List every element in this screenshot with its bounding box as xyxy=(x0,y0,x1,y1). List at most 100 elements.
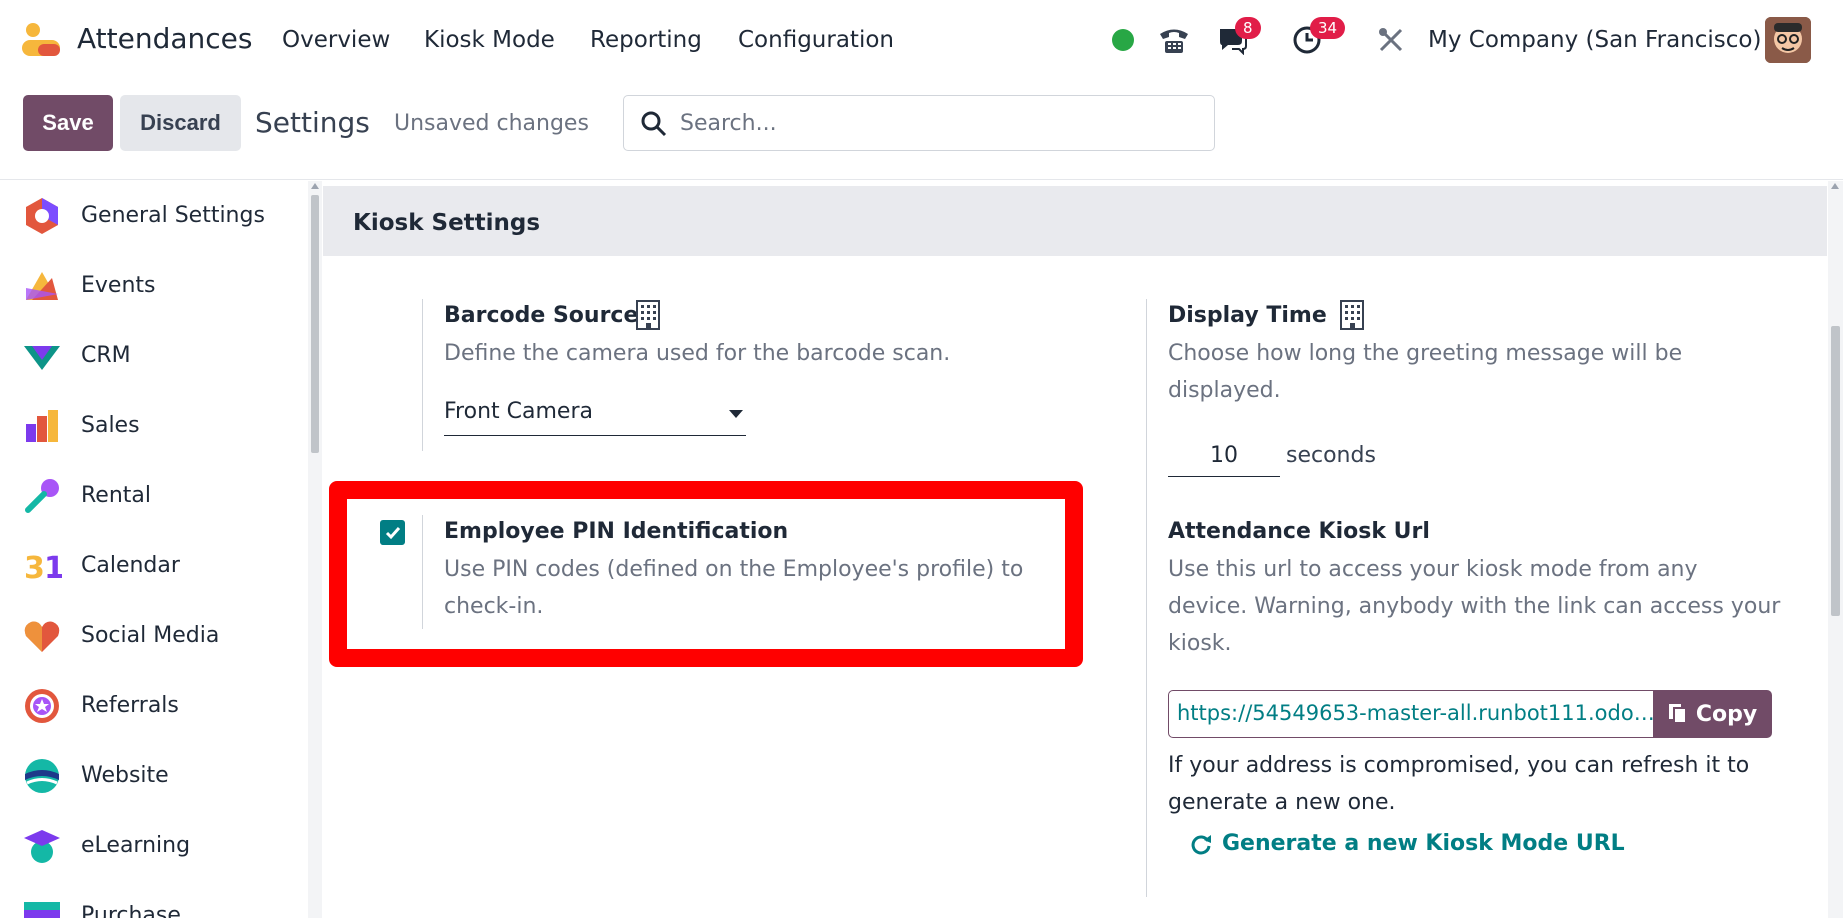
chevron-down-icon xyxy=(729,410,743,418)
menu-overview[interactable]: Overview xyxy=(282,27,390,53)
display-time-unit: seconds xyxy=(1286,443,1376,468)
refresh-icon xyxy=(1191,834,1211,854)
display-time-input[interactable]: 10 xyxy=(1168,437,1280,477)
main-scrollbar[interactable] xyxy=(1828,181,1843,918)
rental-icon xyxy=(25,479,59,513)
chat-icon[interactable]: 8 xyxy=(1215,17,1261,58)
scrollbar-thumb[interactable] xyxy=(1831,326,1840,616)
sidebar-item-label: Referrals xyxy=(81,693,179,718)
search-icon xyxy=(641,111,667,137)
sidebar-scrollbar[interactable] xyxy=(308,181,322,918)
menu-reporting[interactable]: Reporting xyxy=(590,27,702,53)
sidebar-item-crm[interactable]: CRM xyxy=(0,324,300,384)
kiosk-url-description-line1: Use this url to access your kiosk mode f… xyxy=(1168,557,1698,582)
display-time-description-line1: Choose how long the greeting message wil… xyxy=(1168,341,1683,366)
svg-text:3: 3 xyxy=(24,551,45,586)
user-avatar[interactable] xyxy=(1765,17,1811,63)
sidebar-item-general-settings[interactable]: General Settings xyxy=(0,184,300,244)
sidebar-item-website[interactable]: Website xyxy=(0,744,300,804)
kiosk-settings-header: Kiosk Settings xyxy=(323,186,1827,256)
setting-divider xyxy=(1146,515,1147,897)
sidebar-item-elearning[interactable]: eLearning xyxy=(0,814,300,874)
chat-badge: 8 xyxy=(1235,17,1261,39)
display-time-description-line2: displayed. xyxy=(1168,378,1281,403)
events-icon xyxy=(26,272,58,300)
sidebar-item-referrals[interactable]: Referrals xyxy=(0,674,300,734)
copy-button-label: Copy xyxy=(1695,701,1758,727)
phone-icon[interactable] xyxy=(1157,22,1191,58)
employee-pin-description-line2: check-in. xyxy=(444,594,544,619)
employee-pin-title: Employee PIN Identification xyxy=(444,519,789,544)
kiosk-url-description-line2: device. Warning, anybody with the link c… xyxy=(1168,594,1781,619)
calendar-icon: 31 xyxy=(24,551,62,586)
debug-tools-icon[interactable] xyxy=(1374,22,1408,58)
social-media-icon xyxy=(24,621,60,652)
kiosk-url-title: Attendance Kiosk Url xyxy=(1168,519,1430,544)
employee-pin-description-line1: Use PIN codes (defined on the Employee's… xyxy=(444,557,1024,582)
sidebar-item-purchase[interactable]: Purchase xyxy=(0,884,300,918)
menu-kiosk-mode[interactable]: Kiosk Mode xyxy=(424,27,555,53)
generate-kiosk-url-label: Generate a new Kiosk Mode URL xyxy=(1222,831,1625,856)
barcode-source-title: Barcode Source xyxy=(444,303,639,328)
referrals-icon xyxy=(25,689,59,723)
menu-configuration[interactable]: Configuration xyxy=(738,27,894,53)
activity-badge: 34 xyxy=(1310,17,1346,39)
section-title: Kiosk Settings xyxy=(353,210,541,236)
sidebar-item-label: eLearning xyxy=(81,833,191,858)
crm-icon xyxy=(24,346,60,370)
generate-kiosk-url-link[interactable]: Generate a new Kiosk Mode URL xyxy=(1190,831,1625,856)
setting-divider xyxy=(422,515,423,629)
sidebar-item-label: Social Media xyxy=(81,623,220,648)
kiosk-url-value: https://54549653-master-all.runbot111.od… xyxy=(1177,701,1655,725)
save-button[interactable]: Save xyxy=(23,95,113,151)
sidebar-item-sales[interactable]: Sales xyxy=(0,394,300,454)
app-name[interactable]: Attendances xyxy=(77,22,252,55)
scroll-up-arrow[interactable] xyxy=(1831,183,1839,189)
barcode-source-description: Define the camera used for the barcode s… xyxy=(444,341,951,366)
sidebar-item-label: CRM xyxy=(81,343,131,368)
scrollbar-thumb[interactable] xyxy=(311,195,319,453)
sales-icon xyxy=(26,410,58,442)
kiosk-url-note-line2: generate a new one. xyxy=(1168,790,1396,815)
employee-pin-checkbox[interactable] xyxy=(380,520,405,545)
building-icon xyxy=(1340,300,1364,330)
sidebar-item-label: Website xyxy=(81,763,169,788)
barcode-source-value: Front Camera xyxy=(444,399,593,424)
attendances-app-icon[interactable] xyxy=(20,22,62,58)
search-input[interactable] xyxy=(680,106,1200,140)
kiosk-url-note-line1: If your address is compromised, you can … xyxy=(1168,753,1750,778)
elearning-icon xyxy=(24,830,60,863)
company-switcher[interactable]: My Company (San Francisco) xyxy=(1428,27,1761,53)
copy-url-button[interactable]: Copy xyxy=(1653,690,1772,738)
activity-clock-icon[interactable]: 34 xyxy=(1290,17,1346,58)
copy-icon xyxy=(1668,704,1687,724)
discard-button[interactable]: Discard xyxy=(120,95,241,151)
sidebar-item-calendar[interactable]: 31 Calendar xyxy=(0,534,300,594)
kiosk-url-description-line3: kiosk. xyxy=(1168,631,1232,656)
general-settings-icon xyxy=(26,198,58,234)
top-navbar: Attendances Overview Kiosk Mode Reportin… xyxy=(0,0,1843,80)
checkmark-icon xyxy=(385,526,400,539)
settings-sidebar: General Settings Events CRM Sales Rental… xyxy=(0,181,308,918)
sidebar-item-social-media[interactable]: Social Media xyxy=(0,604,300,664)
sidebar-item-label: Events xyxy=(81,273,156,298)
building-icon xyxy=(636,300,660,330)
sidebar-item-label: Purchase xyxy=(81,903,181,918)
scroll-up-arrow[interactable] xyxy=(311,183,319,189)
svg-text:1: 1 xyxy=(44,551,62,586)
sidebar-item-label: Rental xyxy=(81,483,151,508)
sidebar-item-events[interactable]: Events xyxy=(0,254,300,314)
sidebar-item-rental[interactable]: Rental xyxy=(0,464,300,524)
page-title: Settings xyxy=(255,106,370,139)
presence-status-icon xyxy=(1106,22,1140,58)
search-box[interactable] xyxy=(623,95,1215,151)
kiosk-url-field[interactable]: https://54549653-master-all.runbot111.od… xyxy=(1168,690,1658,738)
website-icon xyxy=(25,759,59,793)
sidebar-item-label: Sales xyxy=(81,413,140,438)
sidebar-item-label: Calendar xyxy=(81,553,180,578)
sidebar-item-label: General Settings xyxy=(81,203,265,228)
settings-content: Kiosk Settings Barcode Source Define the… xyxy=(323,181,1827,918)
unsaved-changes-indicator: Unsaved changes xyxy=(394,111,589,136)
control-panel: Save Discard Settings Unsaved changes xyxy=(0,80,1843,180)
barcode-source-select[interactable]: Front Camera xyxy=(444,394,746,436)
